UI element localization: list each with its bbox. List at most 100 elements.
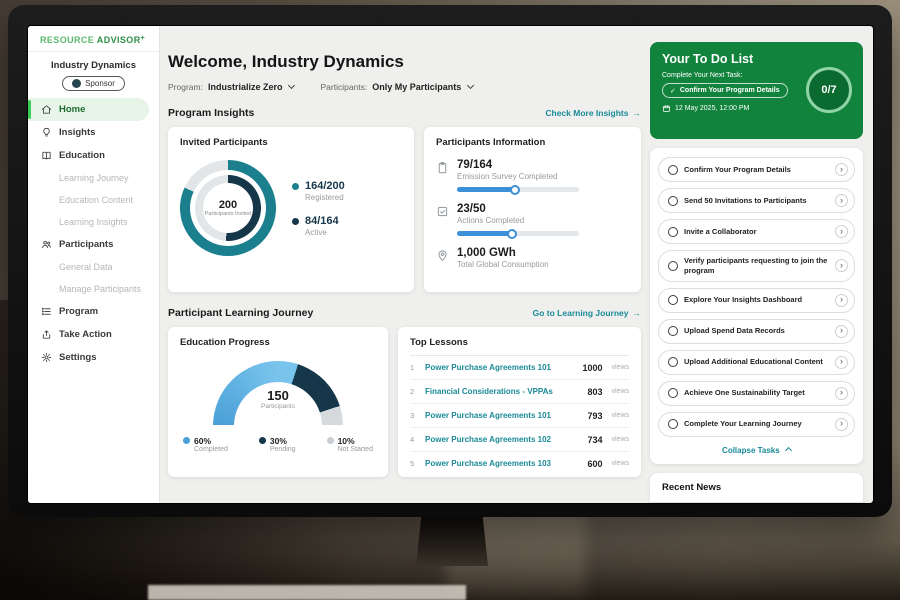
sidebar-item-participants[interactable]: Participants [28, 233, 159, 256]
checkbox-icon[interactable] [668, 227, 678, 237]
card-title: Top Lessons [410, 337, 629, 356]
todo-item-label: Verify participants requesting to join t… [684, 256, 829, 276]
participants-filter[interactable]: Participants: Only My Participants [320, 82, 473, 92]
sidebar-item-program[interactable]: Program [28, 300, 159, 323]
todo-progress-ring: 0/7 [806, 67, 852, 113]
sponsor-icon [72, 79, 81, 88]
lesson-row[interactable]: 2 Financial Considerations - VPPAs 803 v… [410, 380, 629, 404]
views-label: views [611, 364, 629, 371]
chevron-right-icon: › [835, 163, 848, 176]
sponsor-label: Sponsor [85, 79, 115, 88]
todo-item[interactable]: Explore Your Insights Dashboard › [658, 288, 855, 313]
next-task-label: Confirm Your Program Details [680, 87, 780, 94]
checkbox-icon[interactable] [668, 196, 678, 206]
legend-label: Not Started [338, 446, 373, 453]
go-to-learning-journey-link[interactable]: Go to Learning Journey → [533, 308, 641, 318]
list-icon [41, 306, 52, 317]
checkbox-icon[interactable] [668, 295, 678, 305]
active-dot-icon [292, 218, 299, 225]
lesson-row[interactable]: 3 Power Purchase Agreements 101 793 view… [410, 404, 629, 428]
checkbox-icon[interactable] [668, 357, 678, 367]
views-label: views [611, 412, 629, 419]
program-filter[interactable]: Program: Industrialize Zero [168, 82, 294, 92]
participants-filter-value: Only My Participants [372, 82, 461, 92]
sidebar-item-manage-participants[interactable]: Manage Participants [28, 278, 159, 300]
logo-word-1: RESOURCE [40, 35, 94, 45]
next-task-pill[interactable]: ✓ Confirm Your Program Details [662, 83, 788, 98]
todo-item-label: Upload Additional Educational Content [684, 357, 829, 367]
dashboard-screen: RESOURCE ADVISOR+ Industry Dynamics Spon… [28, 26, 873, 503]
todo-item[interactable]: Confirm Your Program Details › [658, 157, 855, 182]
sidebar-item-education-content[interactable]: Education Content [28, 189, 159, 211]
gauge-center: 150 Participants [213, 388, 343, 410]
education-gauge-chart: 150 Participants [213, 361, 343, 425]
todo-item[interactable]: Invite a Collaborator › [658, 219, 855, 244]
donut-legend: 164/200 Registered 84/164 Active [292, 180, 345, 237]
checkbox-icon[interactable] [668, 388, 678, 398]
program-insights-title: Program Insights [168, 107, 254, 119]
todo-item[interactable]: Send 50 Invitations to Participants › [658, 188, 855, 213]
collapse-tasks-link[interactable]: Collapse Tasks [658, 443, 855, 459]
invited-participants-card: Invited Participants 200 Participants In… [168, 127, 414, 292]
todo-item[interactable]: Upload Spend Data Records › [658, 319, 855, 344]
check-more-insights-link[interactable]: Check More Insights → [545, 108, 641, 118]
registered-stat: 164/200 Registered [292, 180, 345, 202]
lesson-views: 793 [587, 411, 602, 421]
sidebar-item-education[interactable]: Education [28, 144, 159, 167]
sidebar-item-learning-journey[interactable]: Learning Journey [28, 167, 159, 189]
card-title: Education Progress [180, 337, 376, 348]
sidebar-item-insights[interactable]: Insights [28, 121, 159, 144]
progress-fill [457, 187, 516, 192]
learning-cards-row: Education Progress 150 Participants 60% [168, 327, 641, 477]
chevron-right-icon: › [835, 194, 848, 207]
card-title: Invited Participants [180, 137, 402, 148]
checkbox-icon[interactable] [668, 165, 678, 175]
checkbox-icon[interactable] [668, 261, 678, 271]
sponsor-badge[interactable]: Sponsor [62, 76, 125, 91]
participants-filter-label: Participants: [320, 82, 367, 92]
clipboard-icon [436, 161, 449, 174]
todo-item[interactable]: Achieve One Sustainability Target › [658, 381, 855, 406]
todo-item-label: Upload Spend Data Records [684, 326, 829, 336]
lesson-rank: 3 [410, 411, 418, 420]
donut-outer-ring: 200 Participants Invited [180, 160, 276, 256]
lesson-link[interactable]: Power Purchase Agreements 101 [425, 411, 580, 420]
lesson-rank: 1 [410, 363, 418, 372]
filters-row: Program: Industrialize Zero Participants… [168, 82, 641, 92]
link-label: Check More Insights [545, 108, 628, 118]
lesson-link[interactable]: Power Purchase Agreements 103 [425, 459, 580, 468]
desk-edge [148, 585, 466, 600]
todo-item[interactable]: Complete Your Learning Journey › [658, 412, 855, 437]
lesson-row[interactable]: 4 Power Purchase Agreements 102 734 view… [410, 428, 629, 452]
sidebar-item-take-action[interactable]: Take Action [28, 323, 159, 346]
lesson-row[interactable]: 1 Power Purchase Agreements 101 1000 vie… [410, 356, 629, 380]
lesson-link[interactable]: Power Purchase Agreements 101 [425, 363, 575, 372]
lesson-link[interactable]: Financial Considerations - VPPAs [425, 387, 580, 396]
learning-journey-title: Participant Learning Journey [168, 307, 313, 319]
todo-item[interactable]: Verify participants requesting to join t… [658, 250, 855, 282]
program-insights-header: Program Insights Check More Insights → [168, 107, 641, 119]
lesson-link[interactable]: Power Purchase Agreements 102 [425, 435, 580, 444]
info-row-emission-survey: 79/164 Emission Survey Completed [436, 159, 629, 192]
legend-value: 30% [270, 436, 296, 446]
sidebar-item-label: Learning Insights [59, 217, 128, 227]
sidebar-item-settings[interactable]: Settings [28, 346, 159, 369]
donut-center-value: 200 [205, 199, 251, 211]
todo-item[interactable]: Upload Additional Educational Content › [658, 350, 855, 375]
completed-dot-icon [183, 437, 190, 444]
checkbox-icon[interactable] [668, 326, 678, 336]
lesson-row[interactable]: 5 Power Purchase Agreements 103 600 view… [410, 452, 629, 475]
chevron-right-icon: › [835, 325, 848, 338]
legend-completed: 60% Completed [183, 436, 228, 453]
logo-plus: + [141, 35, 146, 42]
todo-item-label: Explore Your Insights Dashboard [684, 295, 829, 305]
sidebar: RESOURCE ADVISOR+ Industry Dynamics Spon… [28, 26, 160, 503]
sidebar-item-learning-insights[interactable]: Learning Insights [28, 211, 159, 233]
sidebar-item-general-data[interactable]: General Data [28, 256, 159, 278]
not-started-dot-icon [327, 437, 334, 444]
gauge-center-label: Participants [213, 403, 343, 410]
checkbox-icon[interactable] [668, 419, 678, 429]
stat-label: Emission Survey Completed [457, 172, 579, 181]
sidebar-item-home[interactable]: Home [28, 98, 149, 121]
monitor-bezel: RESOURCE ADVISOR+ Industry Dynamics Spon… [8, 5, 892, 517]
